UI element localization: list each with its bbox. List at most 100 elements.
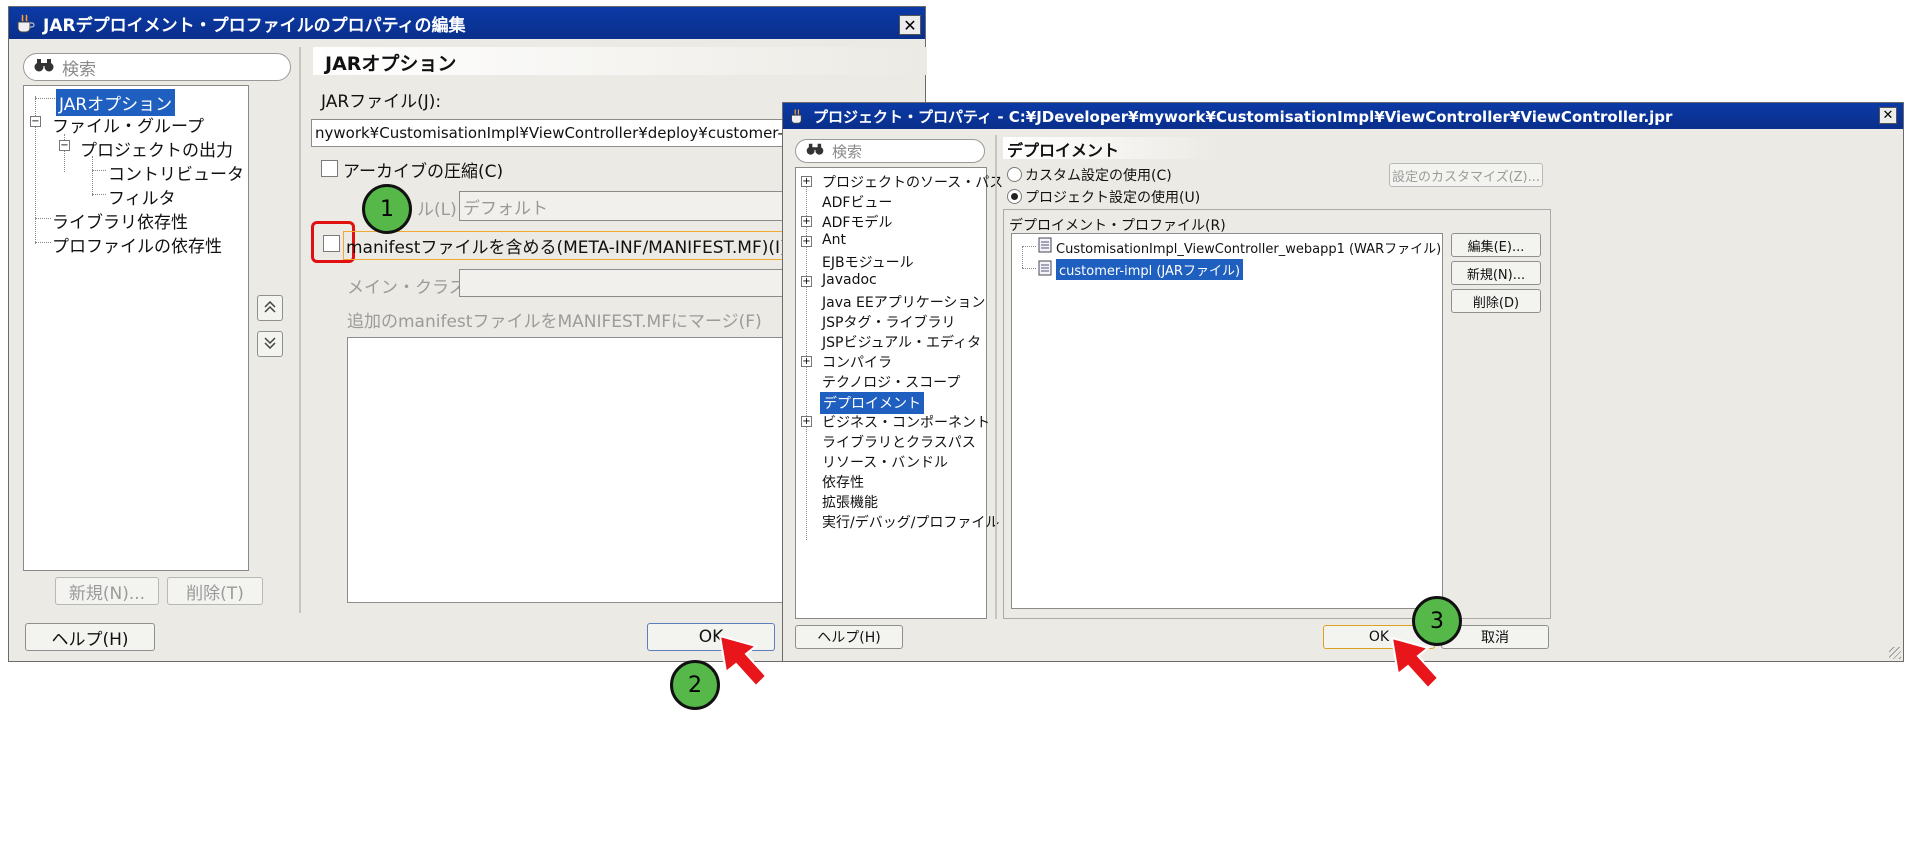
tree-guide [1022,246,1023,268]
jar-file-input[interactable]: nywork¥CustomisationImpl¥ViewController¥… [311,119,787,147]
move-down-button[interactable] [257,331,283,357]
compress-archive-checkbox[interactable] [321,160,338,177]
compress-archive-label: アーカイブの圧縮(C) [343,162,504,182]
dialog1-search-input[interactable]: 検索 [23,53,291,81]
collapse-icon[interactable]: − [30,116,41,127]
tree-guide [1022,268,1036,269]
tree-guide [92,170,106,171]
tree-item-contributors[interactable]: コントリビュータ [108,160,244,185]
tree-item-ant[interactable]: Ant [822,232,846,248]
expand-icon[interactable]: + [801,416,812,427]
tree-item-deployment[interactable]: デプロイメント [820,392,924,414]
expand-icon[interactable]: + [801,216,812,227]
dialog2-titlebar[interactable]: プロジェクト・プロパティ - C:¥JDeveloper¥mywork¥Cust… [783,103,1903,129]
tree-item-compiler[interactable]: コンパイラ [822,352,892,372]
custom-settings-radio[interactable] [1007,167,1022,182]
expand-icon[interactable]: + [801,356,812,367]
war-profile-item[interactable]: CustomisationImpl_ViewController_webapp1… [1038,237,1441,257]
edit-profile-button[interactable]: 編集(E)... [1451,233,1541,257]
tree-guide [35,218,51,219]
dialog2-search-input[interactable]: 検索 [795,139,985,163]
dialog2-search-placeholder: 検索 [832,142,863,161]
tree-guide [92,156,93,196]
document-icon [1038,260,1052,280]
compression-level-select[interactable]: デフォルト [459,191,787,221]
tree-item-resource-bundle[interactable]: リソース・バンドル [822,452,948,472]
project-properties-dialog: プロジェクト・プロパティ - C:¥JDeveloper¥mywork¥Cust… [782,102,1904,662]
tree-item-library-dependencies[interactable]: ライブラリ依存性 [52,208,188,233]
tree-item-profile-dependencies[interactable]: プロファイルの依存性 [52,232,222,257]
jar-profile-item[interactable]: customer-impl (JARファイル) [1038,259,1244,280]
tree-guide [35,242,51,243]
expand-icon[interactable]: + [801,176,812,187]
resize-grip-icon[interactable] [1889,647,1901,659]
delete-profile-button[interactable]: 削除(D) [1451,289,1541,313]
close-icon: ✕ [903,15,917,35]
tree-guide [35,98,55,99]
dialog1-search-placeholder: 検索 [62,59,96,80]
tree-guide [1022,246,1036,247]
tree-item-javadoc[interactable]: Javadoc [822,272,877,288]
tree-item-source-paths[interactable]: プロジェクトのソース・パス [822,172,1003,192]
dialog2-nav-tree: + プロジェクトのソース・パス ADFビュー + ADFモデル + Ant EJ… [795,167,1003,619]
binoculars-icon [806,142,824,160]
coffee-cup-icon [15,13,37,33]
include-manifest-label: manifestファイルを含める(META-INF/MANIFEST.MF)(I… [343,231,790,260]
tree-item-dependencies[interactable]: 依存性 [822,472,864,492]
pane-divider[interactable] [995,135,997,619]
tree-item-extensions[interactable]: 拡張機能 [822,492,878,512]
dialog1-delete-button[interactable]: 削除(T) [167,577,263,605]
compression-level-value: デフォルト [463,198,548,219]
expand-icon[interactable]: + [801,276,812,287]
tree-item-libraries-classpath[interactable]: ライブラリとクラスパス [822,432,976,452]
deployment-title: デプロイメント [1007,141,1120,160]
jar-file-label: JARファイル(J): [321,92,442,112]
move-up-button[interactable] [257,295,283,321]
new-profile-button[interactable]: 新規(N)... [1451,261,1541,285]
double-chevron-up-icon [263,298,277,318]
tree-item-adf-model[interactable]: ADFモデル [822,212,892,232]
arrow-to-ok-2 [1390,636,1440,690]
expand-icon[interactable]: + [801,236,812,247]
merge-manifest-list[interactable] [347,337,787,603]
coffee-cup-icon [789,108,807,124]
binoculars-icon [34,57,54,78]
collapse-icon[interactable]: − [59,140,70,151]
document-icon [1038,237,1052,257]
double-chevron-down-icon [263,334,277,354]
tree-item-business-components[interactable]: ビジネス・コンポーネント [822,412,990,432]
include-manifest-checkbox[interactable] [323,235,340,252]
tree-item-project-output[interactable]: プロジェクトの出力 [80,136,233,161]
custom-settings-label: カスタム設定の使用(C) [1025,168,1172,184]
customize-settings-button[interactable]: 設定のカスタマイズ(Z)... [1389,163,1543,187]
callout-1-number: 1 [380,196,394,222]
callout-1: 1 [362,184,412,234]
callout-2-number: 2 [688,672,702,698]
main-class-input[interactable] [459,269,787,297]
deployment-profiles-label: デプロイメント・プロファイル(R) [1009,218,1226,234]
dialog1-new-button[interactable]: 新規(N)... [55,577,159,605]
dialog1-title: JARデプロイメント・プロファイルのプロパティの編集 [43,15,466,36]
tree-item-filters[interactable]: フィルタ [108,184,176,209]
tree-item-adf-view[interactable]: ADFビュー [822,192,892,212]
tree-item-jsp-visual-editor[interactable]: JSPビジュアル・エディタ [822,332,981,352]
project-settings-radio[interactable] [1007,189,1022,204]
deployment-profiles-list: CustomisationImpl_ViewController_webapp1… [1011,233,1443,609]
tree-item-technology-scope[interactable]: テクノロジ・スコープ [822,372,960,392]
compression-level-label: ル(L) [417,200,457,220]
dialog1-titlebar[interactable]: JARデプロイメント・プロファイルのプロパティの編集 [9,7,925,39]
war-profile-label: CustomisationImpl_ViewController_webapp1… [1056,241,1442,257]
tree-guide [92,194,106,195]
pane-divider[interactable] [299,47,301,613]
tree-item-file-groups[interactable]: ファイル・グループ [52,112,204,137]
tree-item-java-ee-application[interactable]: Java EEアプリケーション [822,292,985,312]
tree-item-jsp-tag-library[interactable]: JSPタグ・ライブラリ [822,312,955,332]
project-settings-label: プロジェクト設定の使用(U) [1025,190,1201,206]
dialog2-close-button[interactable]: ✕ [1879,107,1897,124]
tree-item-ejb-module[interactable]: EJBモジュール [822,252,914,272]
tree-item-run-debug-profile[interactable]: 実行/デバッグ/プロファイル [822,512,999,532]
dialog2-help-button[interactable]: ヘルプ(H) [795,625,903,649]
dialog1-close-button[interactable]: ✕ [899,15,921,35]
dialog1-help-button[interactable]: ヘルプ(H) [25,623,155,651]
jar-options-title: JARオプション [325,53,457,75]
